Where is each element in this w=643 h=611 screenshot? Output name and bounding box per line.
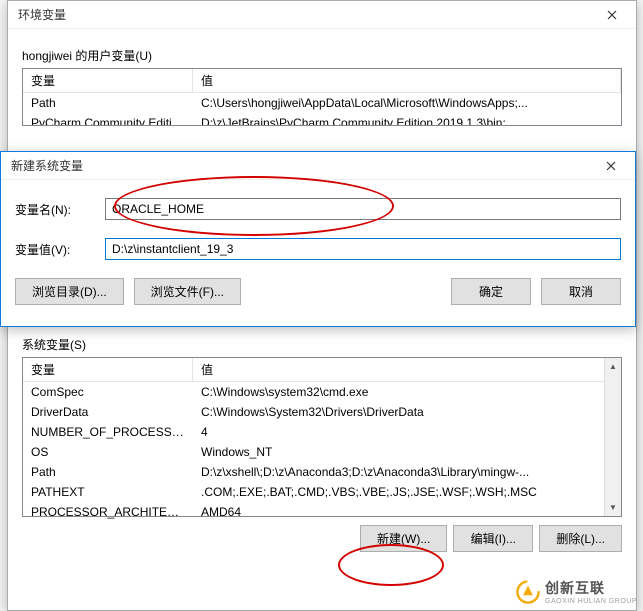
titlebar: 环境变量	[8, 1, 636, 29]
variable-value-input[interactable]	[105, 238, 621, 260]
col-variable: 变量	[23, 358, 193, 382]
new-button[interactable]: 新建(W)...	[360, 525, 447, 552]
user-vars-label: hongjiwei 的用户变量(U)	[22, 47, 636, 64]
sys-vars-label: 系统变量(S)	[22, 336, 636, 353]
watermark-text: 创新互联	[545, 578, 637, 598]
sys-vars-buttons: 新建(W)... 编辑(I)... 删除(L)...	[22, 525, 622, 552]
cancel-button[interactable]: 取消	[541, 278, 621, 305]
scroll-up-icon[interactable]: ▲	[605, 358, 621, 375]
variable-name-input[interactable]	[105, 198, 621, 220]
table-row[interactable]: PATHEXT.COM;.EXE;.BAT;.CMD;.VBS;.VBE;.JS…	[23, 482, 621, 502]
table-row[interactable]: NUMBER_OF_PROCESSORS4	[23, 422, 621, 442]
watermark: 创新互联 GAOXIN HULIAN GROUP	[515, 578, 637, 605]
window-title: 新建系统变量	[11, 157, 83, 174]
titlebar: 新建系统变量	[1, 152, 635, 180]
delete-button[interactable]: 删除(L)...	[539, 525, 622, 552]
table-row[interactable]: PathD:\z\xshell\;D:\z\Anaconda3;D:\z\Ana…	[23, 462, 621, 482]
col-value: 值	[193, 358, 621, 382]
close-button[interactable]	[594, 3, 630, 27]
browse-directory-button[interactable]: 浏览目录(D)...	[15, 278, 124, 305]
watermark-subtext: GAOXIN HULIAN GROUP	[545, 598, 637, 605]
variable-name-label: 变量名(N):	[15, 201, 105, 218]
table-row[interactable]: PROCESSOR_ARCHITECT...AMD64	[23, 502, 621, 522]
vertical-scrollbar[interactable]: ▲ ▼	[604, 358, 621, 516]
new-system-variable-dialog: 新建系统变量 变量名(N): 变量值(V): 浏览目录(D)... 浏览文件(F…	[0, 151, 636, 327]
variable-name-row: 变量名(N):	[15, 198, 621, 220]
col-variable: 变量	[23, 69, 193, 93]
close-icon	[606, 161, 616, 171]
variable-value-label: 变量值(V):	[15, 241, 105, 258]
close-icon	[607, 10, 617, 20]
browse-file-button[interactable]: 浏览文件(F)...	[134, 278, 241, 305]
sys-vars-table[interactable]: 变量 值 ComSpecC:\Windows\system32\cmd.exeD…	[22, 357, 622, 517]
edit-button[interactable]: 编辑(I)...	[453, 525, 533, 552]
window-title: 环境变量	[18, 6, 66, 23]
table-row[interactable]: DriverDataC:\Windows\System32\Drivers\Dr…	[23, 402, 621, 422]
table-header: 变量 值	[23, 358, 621, 382]
table-row[interactable]: OSWindows_NT	[23, 442, 621, 462]
close-button[interactable]	[593, 154, 629, 178]
variable-value-row: 变量值(V):	[15, 238, 621, 260]
table-row[interactable]: PyCharm Community Editi... D:\z\JetBrain…	[23, 113, 621, 126]
scroll-down-icon[interactable]: ▼	[605, 499, 621, 516]
ok-button[interactable]: 确定	[451, 278, 531, 305]
user-vars-table[interactable]: 变量 值 Path C:\Users\hongjiwei\AppData\Loc…	[22, 68, 622, 126]
col-value: 值	[193, 69, 621, 93]
watermark-logo-icon	[515, 579, 541, 605]
table-row[interactable]: Path C:\Users\hongjiwei\AppData\Local\Mi…	[23, 93, 621, 113]
table-header: 变量 值	[23, 69, 621, 93]
table-row[interactable]: ComSpecC:\Windows\system32\cmd.exe	[23, 382, 621, 402]
